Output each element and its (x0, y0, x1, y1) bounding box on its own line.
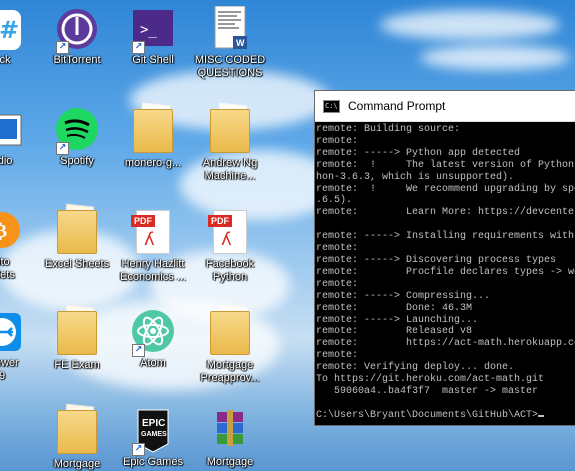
pdf-icon: PDF ʎ (208, 210, 247, 254)
text-cursor (538, 414, 545, 417)
console-line: remote: Verifying deploy... done. (316, 362, 515, 374)
console-line: remote: ! We recommend upgrading by spe (316, 183, 575, 195)
svg-text:#: # (0, 16, 19, 44)
console-line: .6.5). (316, 195, 353, 207)
console-line: remote: (316, 243, 359, 255)
folder-icon (57, 410, 97, 454)
desktop-icon-label: MISC CODED QUESTIONS (194, 54, 266, 79)
desktop-icon-label: monero-g... (124, 157, 182, 169)
desktop-icon-label: Epic Games (123, 456, 183, 468)
desktop-icon-atom[interactable]: ↗ Atom (117, 309, 189, 370)
desktop-icon-andrew-ng[interactable]: Andrew Ng Machine... (194, 107, 266, 183)
desktop-icon-label: ack (0, 54, 11, 66)
desktop-icon-crypto-wallets[interactable]: ₿ pto allets (0, 208, 38, 282)
console-line: remote: Released v8 (316, 326, 473, 338)
desktop-icon-label: Spotify (60, 155, 94, 167)
console-line: remote: https://act-math.herokuapp.co (316, 338, 575, 350)
desktop-icon-label: udio (0, 155, 13, 167)
desktop-icon-label: Henry Hazlitt Economics ... (119, 258, 187, 283)
desktop-icon-label: FE Exam (54, 359, 100, 371)
crypto-wallet-icon: ₿ (0, 212, 20, 248)
console-line: remote: Building source: (316, 124, 461, 135)
console-line: remote: ! The latest version of Python (316, 159, 575, 171)
svg-text:W: W (236, 38, 245, 48)
desktop-icon-henry-hazlitt[interactable]: PDF ʎ Henry Hazlitt Economics ... (117, 208, 189, 284)
console-line: remote: -----> Installing requirements w… (316, 231, 575, 243)
slack-icon: # (0, 10, 21, 50)
console-line: remote: (316, 278, 359, 290)
window-title: Command Prompt (348, 99, 446, 113)
console-line: 59060a4..ba4f3f7 master -> master (316, 385, 539, 397)
console-line: To https://git.heroku.com/act-math.git (316, 374, 545, 386)
desktop-icon-monero[interactable]: monero-g... (117, 107, 189, 170)
folder-icon (210, 311, 250, 355)
desktop-icon-teamviewer[interactable]: Viewer 9 (0, 309, 38, 383)
svg-text:>_: >_ (140, 22, 157, 38)
folder-icon (133, 109, 173, 153)
word-doc-icon: W (214, 5, 247, 49)
desktop-icon-label: Git Shell (132, 54, 174, 66)
desktop-icon-label: Facebook Python (205, 258, 255, 283)
teamviewer-icon (0, 313, 21, 351)
desktop-icon-label: Excel Sheets (44, 258, 110, 270)
svg-text:₿: ₿ (0, 221, 7, 242)
winrar-icon (217, 410, 243, 446)
desktop-icon-label: pto allets (0, 256, 15, 281)
console-line: remote: -----> Discovering process types (316, 254, 557, 266)
desktop-icon-epic-games[interactable]: EPIC GAMES ↗ Epic Games (117, 408, 189, 469)
console-line: remote: -----> Compressing... (316, 290, 491, 302)
desktop-icon-misc-coded-questions[interactable]: W MISC CODED QUESTIONS (194, 5, 266, 80)
studio-icon (0, 114, 22, 146)
console-line: remote: Procfile declares types -> we (316, 266, 575, 278)
epic-games-badge-line-2: GAMES (141, 431, 167, 438)
desktop-icon-label: Mortgage (206, 456, 254, 468)
desktop-icon-label: Atom (140, 357, 166, 369)
desktop-icon-fe-exam[interactable]: FE Exam (41, 309, 113, 372)
window-titlebar[interactable]: C:\ Command Prompt (315, 91, 575, 122)
console-line: remote: Learn More: https://devcenter (316, 207, 575, 219)
console-line: hon-3.6.3, which is unsupported). (316, 171, 515, 183)
desktop-icon-git-shell[interactable]: >_ ↗ Git Shell (117, 6, 189, 67)
console-line: remote: Done: 46.3M (316, 302, 473, 314)
console-line: remote: (316, 350, 359, 362)
desktop-icon-bittorrent[interactable]: ↗ BitTorrent (41, 6, 113, 67)
command-prompt-window[interactable]: C:\ Command Prompt remote: Building sour… (314, 90, 575, 426)
console-line: C:\Users\Bryant\Documents\GitHub\ACT> (316, 410, 575, 422)
desktop-icon-spotify[interactable]: ↗ Spotify (41, 107, 113, 168)
desktop-icon-label: BitTorrent (53, 54, 101, 66)
desktop-icon-mortgage-folder[interactable]: Mortgage (41, 408, 113, 471)
desktop-icon-facebook-python[interactable]: PDF ʎ Facebook Python (194, 208, 266, 284)
console-output[interactable]: remote: Building source: remote: remote: -… (315, 122, 575, 422)
desktop-icon-label: Andrew Ng Machine... (202, 157, 258, 182)
folder-icon (57, 311, 97, 355)
desktop-icon-slack[interactable]: #↗ ack (0, 6, 38, 67)
desktop-icon-label: Mortgage Preapprov... (200, 359, 260, 384)
cmd-icon: C:\ (323, 99, 340, 113)
desktop-icon-label: Mortgage (53, 458, 101, 470)
console-line: remote: -----> Python app detected (316, 147, 521, 159)
pdf-icon: PDF ʎ (131, 210, 170, 254)
folder-icon (57, 210, 97, 254)
folder-icon (210, 109, 250, 153)
desktop-icon-mortgage-preapproval[interactable]: Mortgage Preapprov... (194, 309, 266, 385)
epic-games-badge-line-1: EPIC (142, 418, 165, 429)
desktop-icon-excel-sheets[interactable]: Excel Sheets (41, 208, 113, 271)
desktop-icon-mortgage-rar[interactable]: Mortgage (194, 408, 266, 469)
desktop-icon-studio[interactable]: udio (0, 107, 38, 168)
desktop-icon-label: Viewer 9 (0, 357, 19, 382)
console-line: remote: (316, 135, 359, 147)
console-line: remote: -----> Launching... (316, 314, 479, 326)
